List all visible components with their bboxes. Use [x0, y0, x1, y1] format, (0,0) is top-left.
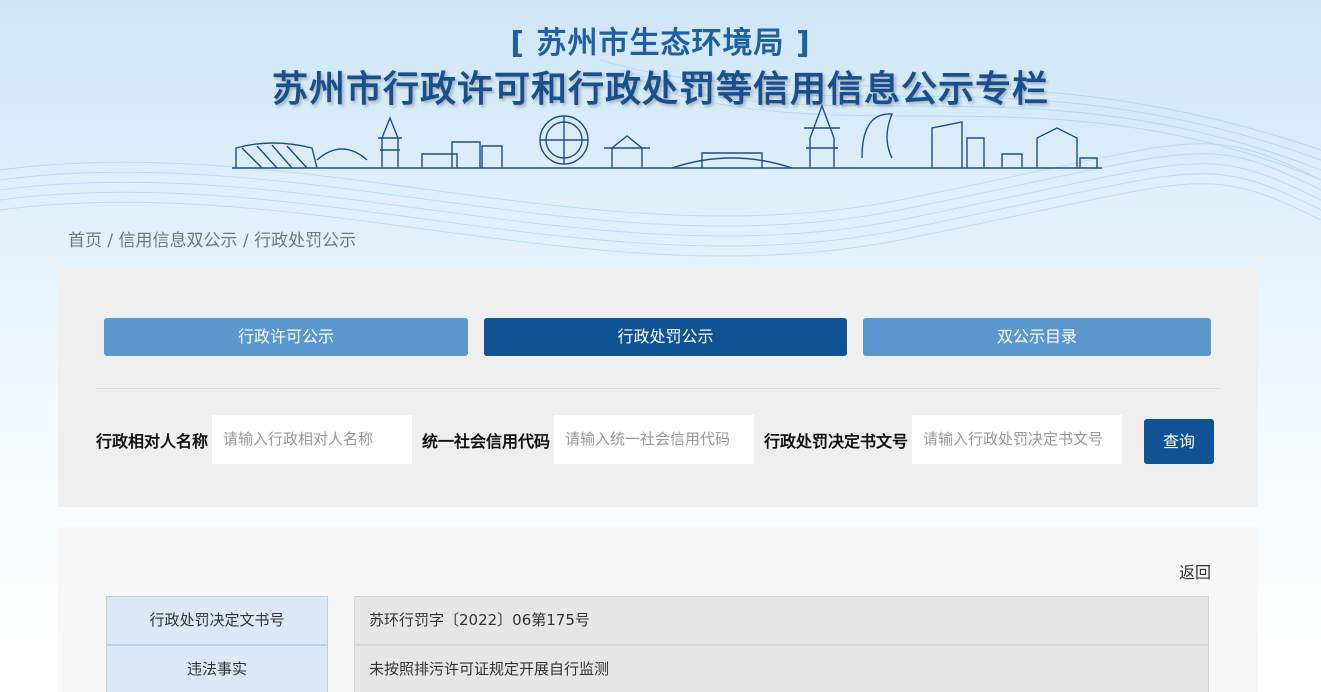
decision-number-label: 行政处罚决定书文号: [764, 432, 909, 451]
party-name-input[interactable]: 请输入行政相对人名称: [212, 415, 412, 464]
query-button[interactable]: 查询: [1144, 419, 1214, 464]
detail-section: 返回 行政处罚决定文书号 苏环行罚字〔2022〕06第175号 违法事实 未按照…: [58, 527, 1258, 692]
detail-row-label: 行政处罚决定文书号: [106, 596, 328, 645]
back-link[interactable]: 返回: [1179, 559, 1211, 583]
detail-row-value: 未按照排污许可证规定开展自行监测: [354, 645, 1209, 692]
city-skyline-icon: [232, 104, 1102, 169]
tab-dual-disclosure-catalog[interactable]: 双公示目录: [863, 318, 1211, 356]
breadcrumb-home[interactable]: 首页: [68, 231, 102, 251]
decision-number-input[interactable]: 请输入行政处罚决定书文号: [912, 415, 1122, 464]
credit-code-label: 统一社会信用代码: [422, 432, 551, 451]
breadcrumb-current: 行政处罚公示: [254, 231, 357, 251]
org-title: [ 苏州市生态环境局 ]: [510, 26, 811, 61]
breadcrumb-separator: /: [237, 231, 255, 251]
tab-administrative-license[interactable]: 行政许可公示: [104, 318, 468, 356]
breadcrumb: 首页 / 信用信息双公示 / 行政处罚公示: [68, 226, 356, 251]
divider: [96, 388, 1219, 389]
detail-row-value: 苏环行罚字〔2022〕06第175号: [354, 596, 1209, 645]
breadcrumb-separator: /: [102, 231, 119, 251]
search-panel: 行政许可公示 行政处罚公示 双公示目录 行政相对人名称 请输入行政相对人名称 统…: [58, 268, 1258, 507]
tab-administrative-penalty[interactable]: 行政处罚公示: [484, 318, 847, 356]
credit-code-input[interactable]: 请输入统一社会信用代码: [554, 415, 754, 464]
party-name-label: 行政相对人名称: [96, 432, 209, 451]
breadcrumb-section[interactable]: 信用信息双公示: [119, 231, 238, 251]
header-banner: [ 苏州市生态环境局 ] 苏州市行政许可和行政处罚等信用信息公示专栏: [0, 0, 1321, 260]
detail-row-label: 违法事实: [106, 645, 328, 692]
